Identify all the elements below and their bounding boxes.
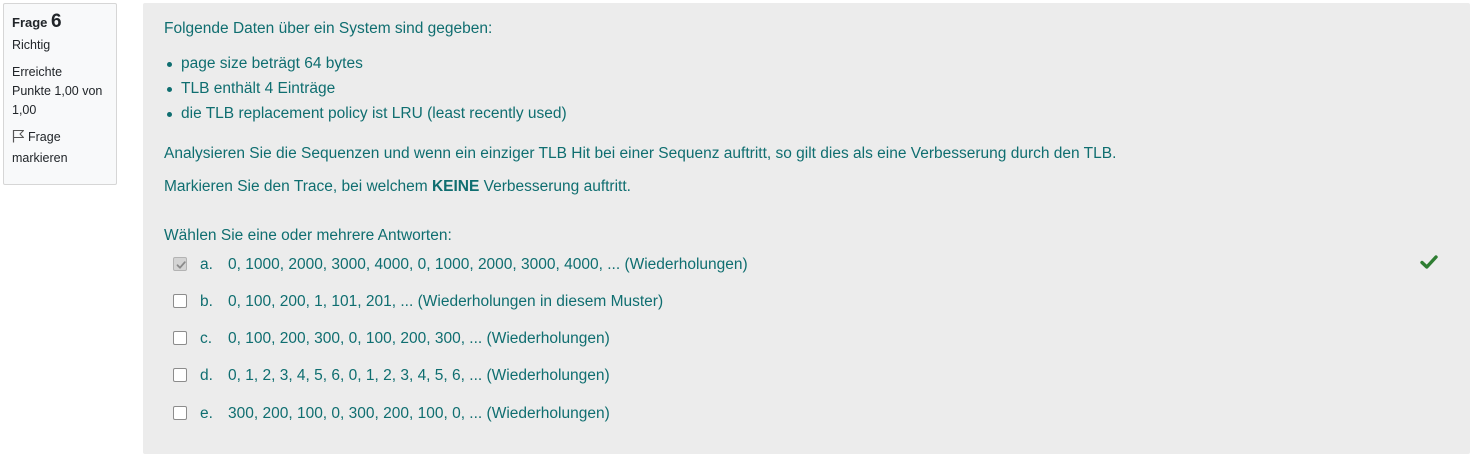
question-analyze-text: Analysieren Sie die Sequenzen und wenn e… xyxy=(164,145,1117,162)
flag-label-2: markieren xyxy=(12,151,68,165)
answer-letter: c. xyxy=(200,330,213,347)
flag-question-link[interactable]: Frage markieren xyxy=(12,128,108,168)
answer-letter: a. xyxy=(200,256,213,273)
answer-text: 300, 200, 100, 0, 300, 200, 100, 0, ... … xyxy=(228,405,610,422)
question-info-panel: Frage 6 Richtig Erreichte Punkte 1,00 vo… xyxy=(3,3,117,185)
list-item: page size beträgt 64 bytes xyxy=(164,51,567,76)
question-number: 6 xyxy=(51,11,62,32)
check-mark-icon xyxy=(1420,254,1438,275)
answer-letter: e. xyxy=(200,405,213,422)
answer-letter: d. xyxy=(200,367,213,384)
question-content: Folgende Daten über ein System sind gege… xyxy=(143,3,1470,454)
question-grade: Erreichte Punkte 1,00 von 1,00 xyxy=(12,63,108,120)
mark-text-pre: Markieren Sie den Trace, bei welchem xyxy=(164,178,428,195)
answer-checkbox-d[interactable] xyxy=(173,368,187,382)
answer-checkbox-a[interactable] xyxy=(173,257,187,271)
question-number-heading: Frage 6 xyxy=(12,12,108,32)
flag-label-1: Frage xyxy=(28,130,61,144)
question-state: Richtig xyxy=(12,38,51,52)
question-mark-text: Markieren Sie den Trace, bei welchem KEI… xyxy=(164,178,631,196)
mark-text-post: Verbesserung auftritt. xyxy=(483,178,631,195)
answer-checkbox-b[interactable] xyxy=(173,294,187,308)
answer-prompt: Wählen Sie eine oder mehrere Antworten: xyxy=(164,227,452,244)
grade-line-1: Erreichte xyxy=(12,65,63,79)
answer-text: 0, 1000, 2000, 3000, 4000, 0, 1000, 2000… xyxy=(228,256,748,273)
answer-text: 0, 100, 200, 300, 0, 100, 200, 300, ... … xyxy=(228,330,610,347)
answer-text: 0, 100, 200, 1, 101, 201, ... (Wiederhol… xyxy=(228,293,664,310)
grade-line-3: 1,00 xyxy=(12,103,37,117)
answer-letter: b. xyxy=(200,293,213,310)
answer-text: 0, 1, 2, 3, 4, 5, 6, 0, 1, 2, 3, 4, 5, 6… xyxy=(228,367,610,384)
system-data-list: page size beträgt 64 bytes TLB enthält 4… xyxy=(164,51,567,126)
mark-keyword: KEINE xyxy=(431,178,480,195)
question-label: Frage xyxy=(12,15,48,30)
answer-checkbox-c[interactable] xyxy=(173,331,187,345)
list-item: TLB enthält 4 Einträge xyxy=(164,76,567,101)
flag-icon xyxy=(12,129,25,149)
question-intro: Folgende Daten über ein System sind gege… xyxy=(164,20,493,37)
list-item: die TLB replacement policy ist LRU (leas… xyxy=(164,101,567,126)
answer-checkbox-e[interactable] xyxy=(173,406,187,420)
grade-line-2: Punkte 1,00 von xyxy=(12,84,103,98)
